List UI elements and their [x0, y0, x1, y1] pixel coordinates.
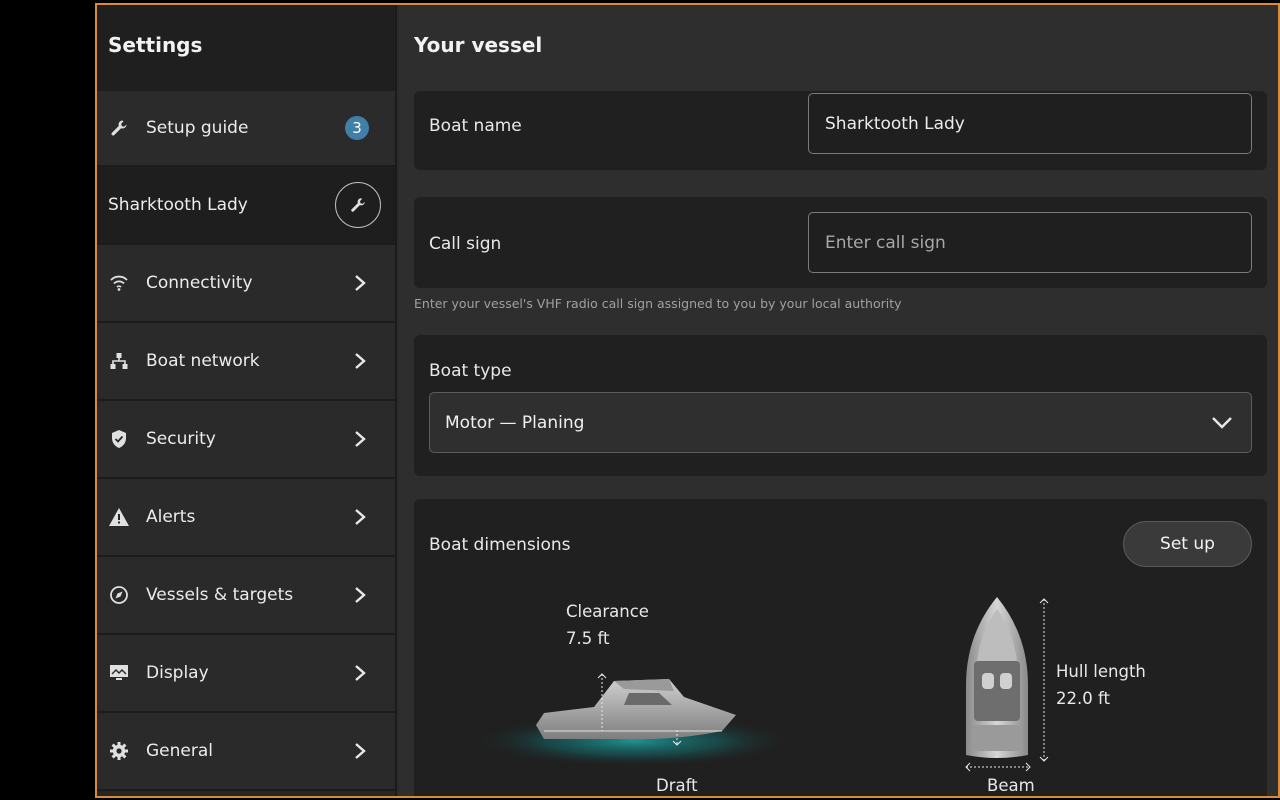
hull-length-value: 22.0 ft	[1056, 689, 1110, 708]
boat-name-card: Boat name Sharktooth Lady	[414, 91, 1267, 170]
boat-type-select[interactable]: Motor — Planing	[429, 392, 1252, 453]
chevron-right-icon	[355, 587, 366, 603]
boat-type-label: Boat type	[429, 361, 512, 381]
boat-name-input[interactable]: Sharktooth Lady	[808, 93, 1252, 154]
draft-label: Draft	[656, 776, 698, 795]
sidebar-item-alerts[interactable]: Alerts	[97, 479, 395, 557]
dimensions-setup-button[interactable]: Set up	[1123, 521, 1252, 567]
sidebar-item-label: Security	[146, 429, 216, 449]
call-sign-hint: Enter your vessel's VHF radio call sign …	[414, 296, 902, 311]
chevron-right-icon	[355, 353, 366, 369]
vessel-settings-button[interactable]	[335, 182, 381, 228]
sidebar-item-label: General	[146, 741, 213, 761]
settings-window: Settings Setup guide 3 Sharktooth Lady C…	[95, 3, 1280, 798]
display-icon	[108, 662, 130, 684]
chevron-right-icon	[355, 665, 366, 681]
call-sign-input[interactable]: Enter call sign	[808, 212, 1252, 273]
boat-type-value: Motor — Planing	[445, 412, 585, 433]
vessel-name-label: Sharktooth Lady	[108, 195, 248, 215]
wifi-icon	[108, 272, 130, 294]
sidebar-item-label: Vessels & targets	[146, 585, 294, 605]
sidebar-item-setup-guide[interactable]: Setup guide 3	[97, 91, 395, 167]
call-sign-label: Call sign	[429, 234, 502, 254]
hull-length-label: Hull length	[1056, 662, 1146, 681]
sidebar-item-vessel[interactable]: Sharktooth Lady	[97, 167, 395, 245]
sidebar-item-general[interactable]: General	[97, 713, 395, 791]
network-icon	[108, 350, 130, 372]
sidebar-item-label: Connectivity	[146, 273, 253, 293]
boat-top-illustration	[966, 597, 1028, 758]
sidebar-item-label: Setup guide	[146, 118, 249, 138]
chevron-right-icon	[355, 509, 366, 525]
call-sign-card: Call sign Enter call sign	[414, 197, 1267, 288]
wrench-icon	[351, 198, 365, 212]
chevron-right-icon	[355, 275, 366, 291]
boat-dimensions-card: Boat dimensions Set up Clearance 7.5 ft	[414, 499, 1267, 796]
sidebar-item-label: Boat network	[146, 351, 260, 371]
clearance-value: 7.5 ft	[566, 629, 610, 648]
sidebar-item-label: Alerts	[146, 507, 196, 527]
sidebar-item-security[interactable]: Security	[97, 401, 395, 479]
beam-label: Beam	[987, 776, 1035, 795]
chevron-right-icon	[355, 431, 366, 447]
warning-icon	[108, 506, 130, 528]
sidebar-item-label: Display	[146, 663, 209, 683]
boat-name-label: Boat name	[429, 116, 522, 136]
sidebar-item-connectivity[interactable]: Connectivity	[97, 245, 395, 323]
hull-length-marker	[1039, 598, 1049, 762]
main-panel: Your vessel Boat name Sharktooth Lady Ca…	[399, 5, 1278, 796]
target-icon	[108, 584, 130, 606]
sidebar: Settings Setup guide 3 Sharktooth Lady C…	[97, 5, 397, 796]
sidebar-item-boat-network[interactable]: Boat network	[97, 323, 395, 401]
draft-marker	[672, 730, 682, 746]
wrench-icon	[108, 117, 130, 139]
boat-side-illustration	[474, 679, 794, 767]
page-title: Your vessel	[414, 33, 543, 57]
clearance-draft-marker	[597, 673, 607, 731]
sidebar-item-display[interactable]: Display	[97, 635, 395, 713]
chevron-right-icon	[355, 743, 366, 759]
gear-icon	[108, 740, 130, 762]
clearance-label: Clearance	[566, 602, 649, 621]
chevron-down-icon	[1212, 416, 1232, 429]
shield-icon	[108, 428, 130, 450]
sidebar-item-vessels-targets[interactable]: Vessels & targets	[97, 557, 395, 635]
boat-dimensions-label: Boat dimensions	[429, 535, 571, 555]
boat-type-card: Boat type Motor — Planing	[414, 335, 1267, 476]
beam-marker	[965, 762, 1031, 772]
sidebar-title: Settings	[97, 5, 395, 91]
setup-count-badge: 3	[345, 116, 369, 140]
